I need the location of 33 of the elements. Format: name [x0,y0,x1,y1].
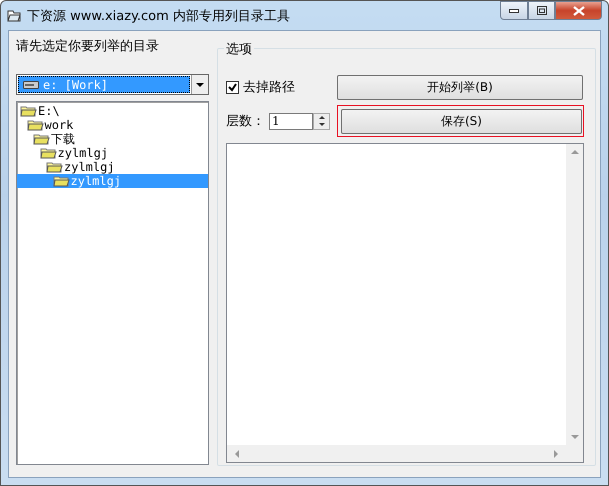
drive-value: e: [Work] [43,78,108,92]
close-button[interactable] [555,1,602,20]
maximize-button[interactable] [528,1,555,20]
horizontal-scrollbar[interactable] [227,445,566,462]
levels-field[interactable]: 1 [269,112,313,130]
minimize-icon [509,8,519,12]
tree-item[interactable]: zylmlgj [64,160,115,174]
save-button[interactable]: 保存(S) [341,108,582,134]
tree-item[interactable]: work [44,118,74,132]
spin-buttons[interactable] [313,112,330,130]
drive-icon [23,80,39,88]
tree-item[interactable]: E:\ [38,104,60,118]
window-title: 下资源 www.xiazy.com 内部专用列目录工具 [27,8,290,24]
maximize-icon [536,6,546,15]
close-icon [572,6,584,16]
start-button[interactable]: 开始列举(B) [337,74,583,100]
folder-icon [26,119,44,131]
group-title: 选项 [224,40,254,58]
tree-item[interactable]: 下载 [51,132,75,146]
minimize-button[interactable] [500,1,528,20]
app-icon [7,9,21,22]
folder-icon [20,105,37,117]
folder-icon [33,133,50,145]
folder-icon [46,161,63,173]
folder-icon [52,175,70,187]
directory-label: 请先选定你要列举的目录 [16,38,159,56]
vertical-scrollbar[interactable] [566,144,583,445]
folder-icon [40,147,56,159]
levels-label: 层数： [226,113,265,130]
dropdown-arrow-icon [196,82,204,86]
checkbox[interactable] [226,80,239,94]
checkbox-label: 去掉路径 [243,79,295,96]
tree-item[interactable]: zylmlgj [58,146,108,160]
